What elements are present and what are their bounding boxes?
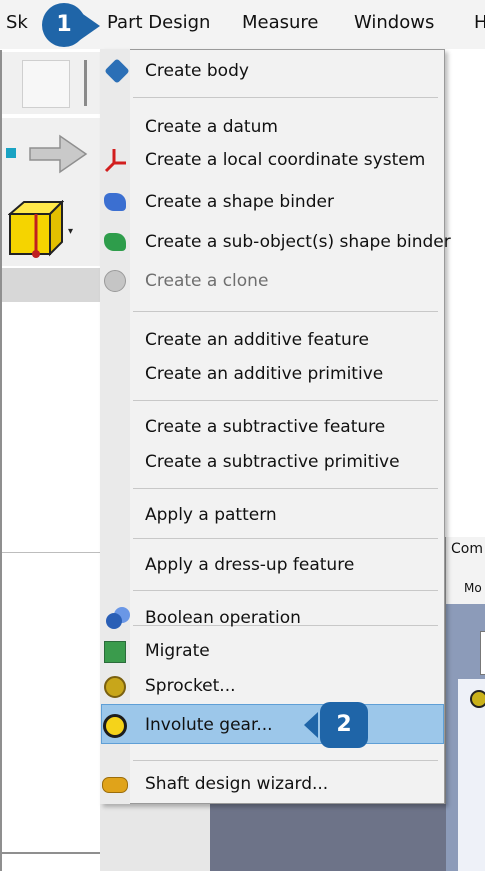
menu-item-label: Migrate [145,641,210,661]
menu-item-label: Create a local coordinate system [145,150,426,170]
menu-separator [133,97,438,98]
coordinate-system-icon [104,149,126,173]
left-toolbar-row-2 [0,118,100,196]
menu-item-involute-gear[interactable]: Involute gear... [100,710,445,740]
body-icon [104,58,130,84]
forward-arrow-icon[interactable] [28,134,88,174]
window-bottom-border [0,852,100,854]
model-tab[interactable]: Mo [464,581,482,595]
menu-item-dress-up-feature[interactable]: Apply a dress-up feature [100,550,445,580]
combo-view-input[interactable] [480,631,485,675]
menu-separator [133,400,438,401]
menu-item-label: Create an additive primitive [145,364,384,384]
menu-item-label: Sprocket... [145,676,236,696]
menu-item-label: Create a shape binder [145,192,334,212]
left-toolbar-row-1 [0,52,100,114]
left-panel-header [0,268,100,303]
menu-item-label: Shaft design wizard... [145,774,329,794]
3d-view-area [210,804,446,871]
menu-item-label: Create a subtractive primitive [145,452,400,472]
cyan-cube-icon[interactable] [6,148,16,158]
combo-view-title: Com [451,541,483,557]
menu-item-label: Create a datum [145,117,278,137]
sprocket-icon [104,676,126,698]
menu-help[interactable]: H [474,12,485,33]
boolean-icon [104,607,132,629]
menu-item-apply-pattern[interactable]: Apply a pattern [100,500,445,530]
toolbar-divider [84,60,87,106]
menu-item-label: Create a subtractive feature [145,417,386,437]
menu-item-subtractive-feature[interactable]: Create a subtractive feature [100,412,445,442]
menu-item-label: Apply a pattern [145,505,277,525]
menu-item-sprocket[interactable]: Sprocket... [100,671,445,701]
menu-item-subtractive-primitive[interactable]: Create a subtractive primitive [100,447,445,477]
clone-icon [104,270,126,292]
menu-separator [133,760,438,761]
window-left-border [0,50,2,871]
combo-view-tree [458,679,485,871]
menu-item-shaft-design-wizard[interactable]: Shaft design wizard... [100,769,445,799]
menu-separator [133,488,438,489]
menu-windows[interactable]: Windows [354,12,434,33]
menu-measure[interactable]: Measure [242,12,319,33]
menu-item-label: Apply a dress-up feature [145,555,355,575]
menu-item-label: Involute gear... [145,715,273,735]
migrate-icon [104,641,126,663]
left-panel-lower [0,553,100,871]
box-primitive-icon[interactable] [8,200,64,260]
menu-item-boolean-operation[interactable]: Boolean operation [100,603,445,633]
menu-item-label: Create body [145,61,249,81]
menu-item-subobject-shape-binder[interactable]: Create a sub-object(s) shape binder [100,227,451,257]
subshape-binder-icon [104,233,126,251]
menu-part-design[interactable]: Part Design [107,12,210,33]
menu-sketch[interactable]: Sk [6,12,28,33]
menu-item-label: Create a clone [145,271,269,291]
menu-item-label: Boolean operation [145,608,301,628]
menu-item-create-body[interactable]: Create body [100,56,445,86]
menu-item-label: Create a sub-object(s) shape binder [145,232,451,252]
left-panel-list [0,302,101,552]
step-2-callout: 2 [320,702,368,748]
callout-1-pointer [80,12,100,40]
menu-item-shape-binder[interactable]: Create a shape binder [100,187,445,217]
callout-2-pointer [304,712,318,738]
shape-binder-icon [104,193,126,211]
menu-item-migrate[interactable]: Migrate [100,636,445,666]
chevron-down-icon[interactable]: ▾ [68,226,73,237]
document-icon[interactable] [22,60,70,108]
menu-item-additive-feature[interactable]: Create an additive feature [100,325,445,355]
menu-item-local-coordinate-system[interactable]: Create a local coordinate system [100,145,445,175]
menu-item-create-clone: Create a clone [100,266,445,296]
menu-item-additive-primitive[interactable]: Create an additive primitive [100,359,445,389]
menu-separator [133,590,438,591]
menu-separator [133,538,438,539]
menu-separator [133,311,438,312]
menu-item-label: Create an additive feature [145,330,369,350]
shaft-icon [102,777,128,793]
left-toolbar-row-3: ▾ [0,196,100,266]
menu-item-create-datum[interactable]: Create a datum [100,112,445,142]
involute-gear-icon [103,714,127,738]
tree-gear-icon [470,690,485,708]
